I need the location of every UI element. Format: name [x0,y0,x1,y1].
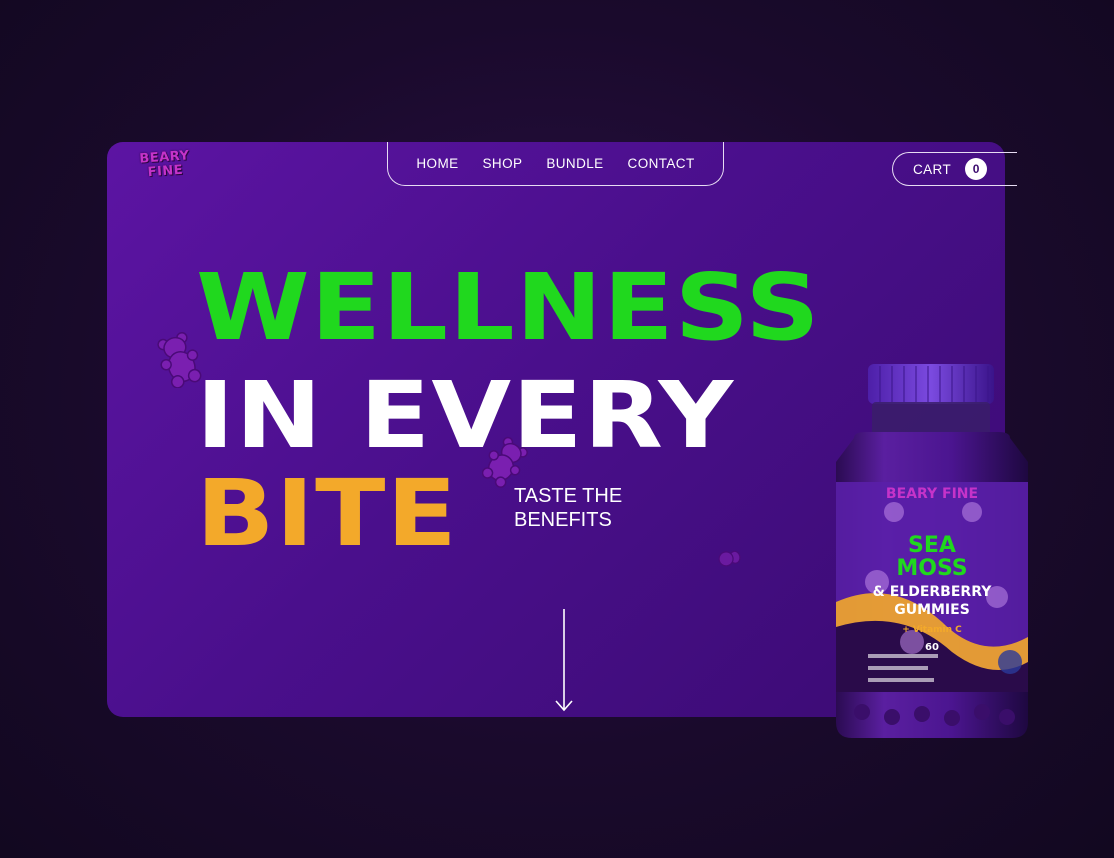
bottle-brand-text: BEARY FINE [886,486,978,502]
nav-item-contact[interactable]: CONTACT [628,156,695,171]
cart-label: CART [913,161,952,177]
brand-logo[interactable]: BEARY FINE [132,145,198,185]
gummy-bear-icon [718,550,741,567]
hero-line-1: WELLNESS [196,254,821,361]
scroll-down-arrow-icon[interactable] [555,609,573,713]
tagline-line-1: TASTE THE [514,485,623,507]
nav-item-bundle[interactable]: BUNDLE [546,156,603,171]
nav-item-home[interactable]: HOME [416,156,458,171]
bottle-name-line-1: SEA [908,533,956,558]
main-nav: HOME SHOP BUNDLE CONTACT [387,142,724,186]
hero-line-2: IN EVERY [196,362,735,469]
bottle-name-line-4: GUMMIES [894,602,970,618]
bottle-subtitle: + Vitamin C [902,625,962,635]
bottle-name-line-3: & ELDERBERRY [873,584,993,600]
logo-line-2: FINE [147,162,184,181]
bottle-count: 60 [925,642,939,653]
hero-line-3: BITE [196,460,459,567]
tagline-line-2: BENEFITS [514,509,612,531]
product-bottle-image[interactable]: BEARY FINE SEA MOSS & ELDERBERRY GUMMIES… [832,362,1032,740]
nav-item-shop[interactable]: SHOP [483,156,523,171]
hero-tagline: TASTE THE BENEFITS [514,484,622,532]
bottle-name-line-2: MOSS [896,556,967,581]
cart-button[interactable]: CART 0 [892,152,1017,186]
cart-count-badge: 0 [965,158,988,180]
